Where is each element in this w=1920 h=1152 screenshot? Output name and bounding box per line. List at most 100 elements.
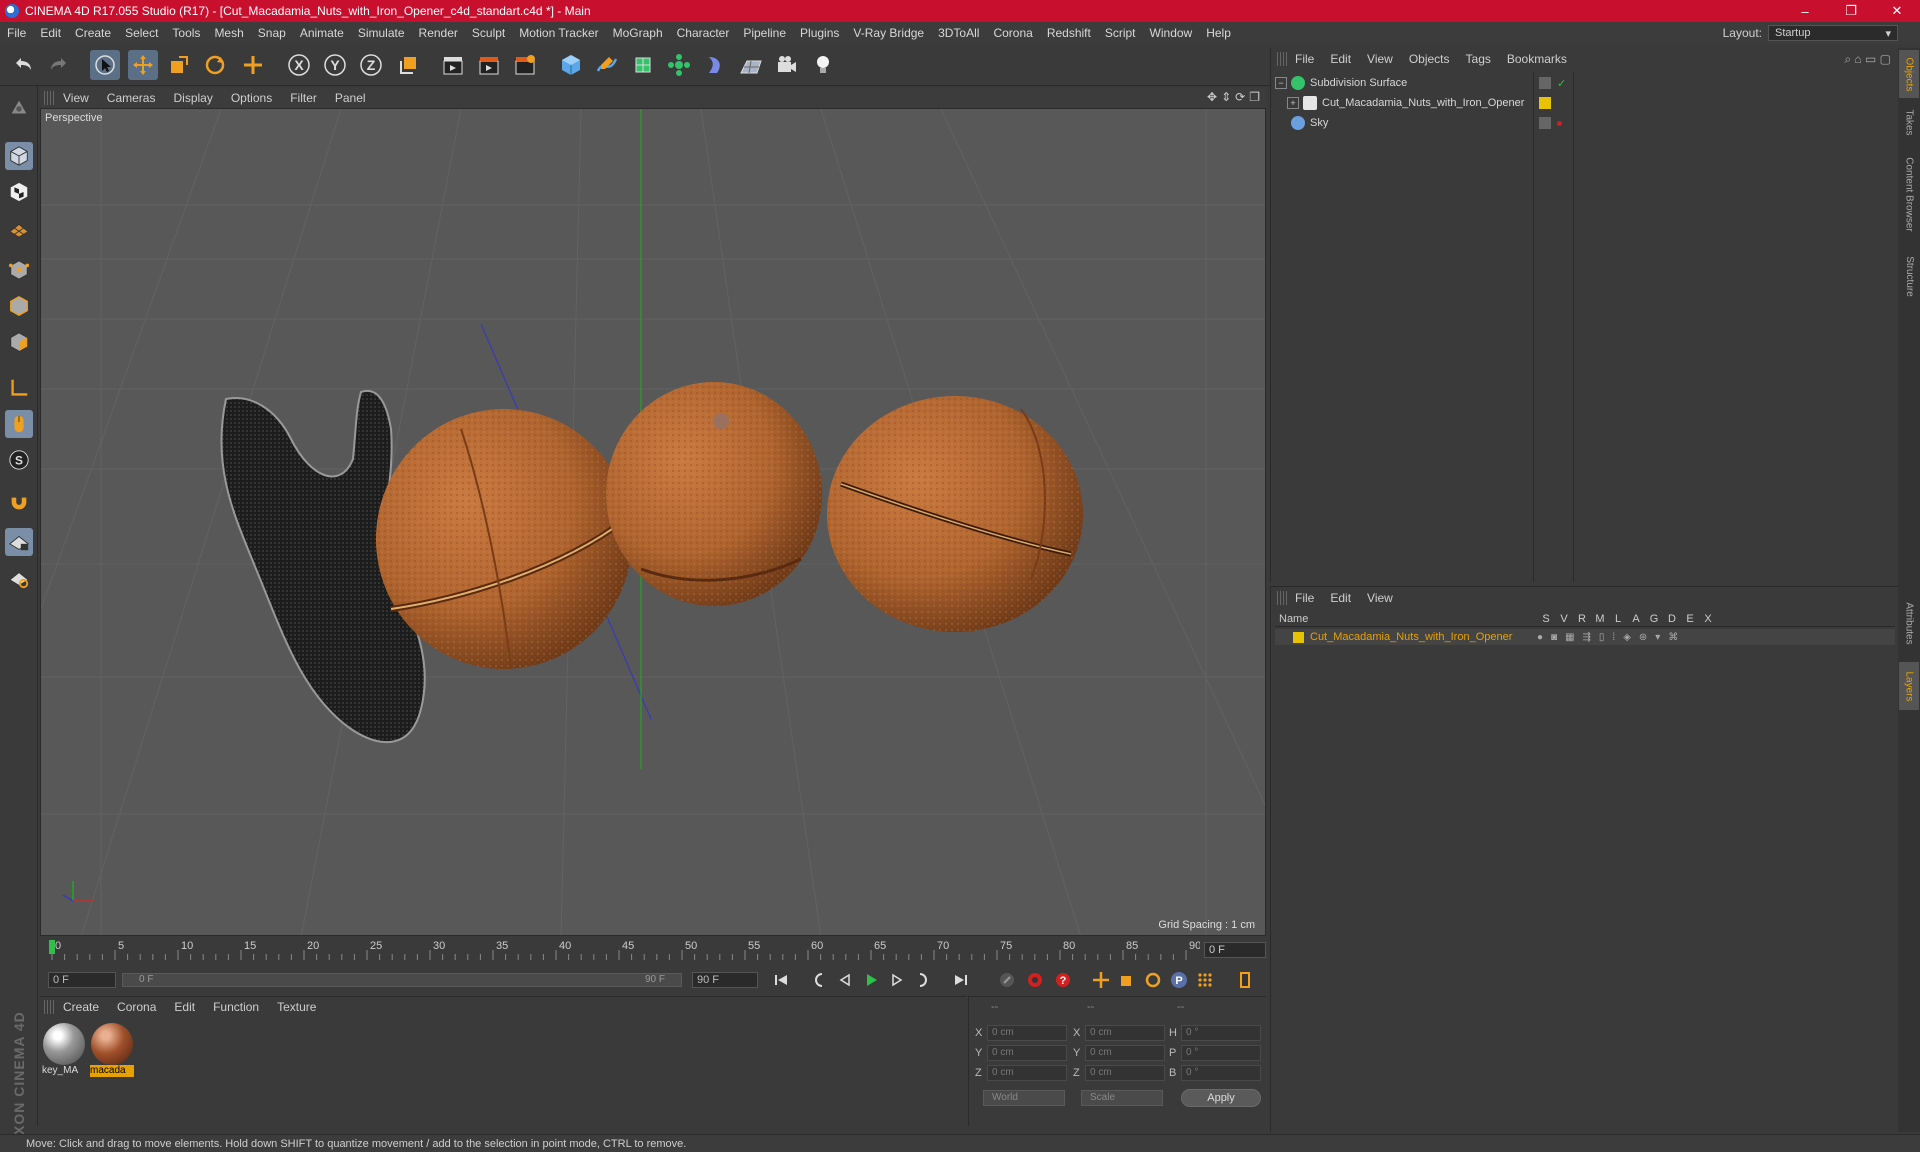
menu-file[interactable]: File <box>0 26 33 40</box>
key-point-level-button[interactable] <box>1194 969 1216 991</box>
record-keyframe-button[interactable] <box>996 969 1018 991</box>
menu-plugins[interactable]: Plugins <box>793 26 846 40</box>
rotation-b-field[interactable]: 0 ° <box>1181 1065 1261 1081</box>
tab-layers[interactable]: Layers <box>1899 662 1919 710</box>
make-editable-button[interactable] <box>5 94 33 122</box>
menu-motion-tracker[interactable]: Motion Tracker <box>512 26 605 40</box>
menu-mesh[interactable]: Mesh <box>207 26 250 40</box>
scale-tool[interactable] <box>164 50 194 80</box>
menu-3dtoall[interactable]: 3DToAll <box>931 26 986 40</box>
editor-visibility-toggle[interactable] <box>1539 77 1551 89</box>
transform-tool[interactable] <box>238 50 268 80</box>
menu-corona[interactable]: Corona <box>986 26 1039 40</box>
objects-menu-bookmarks[interactable]: Bookmarks <box>1499 52 1575 66</box>
viewport-maximize-icon[interactable]: ❐ <box>1249 90 1260 104</box>
viewport-menu-display[interactable]: Display <box>164 91 221 105</box>
menu-snap[interactable]: Snap <box>251 26 293 40</box>
add-deformer-button[interactable] <box>700 50 730 80</box>
tab-content-browser[interactable]: Content Browser <box>1899 146 1919 242</box>
viewport-menu-cameras[interactable]: Cameras <box>98 91 165 105</box>
planar-workplane-button[interactable] <box>5 564 33 592</box>
workplane-mode-button[interactable] <box>5 214 33 242</box>
go-to-start-button[interactable] <box>770 969 792 991</box>
object-row-cut-macadamia[interactable]: + Cut_Macadamia_Nuts_with_Iron_Opener <box>1275 94 1895 112</box>
add-array-button[interactable] <box>664 50 694 80</box>
layout-dropdown[interactable]: Startup ▾ <box>1768 25 1898 41</box>
menu-vray-bridge[interactable]: V-Ray Bridge <box>846 26 931 40</box>
expand-toggle[interactable]: + <box>1287 97 1299 109</box>
x-axis-toggle[interactable]: X <box>284 50 314 80</box>
undo-button[interactable] <box>8 50 38 80</box>
key-position-button[interactable] <box>1090 969 1112 991</box>
panel-grip[interactable] <box>44 91 54 105</box>
rotation-p-field[interactable]: 0 ° <box>1181 1045 1261 1061</box>
texture-mode-button[interactable] <box>5 178 33 206</box>
menu-window[interactable]: Window <box>1143 26 1200 40</box>
menu-render[interactable]: Render <box>412 26 465 40</box>
redo-button[interactable] <box>44 50 74 80</box>
enabled-check-icon[interactable]: ✓ <box>1557 77 1566 90</box>
go-to-end-button[interactable] <box>950 969 972 991</box>
end-frame-field[interactable]: 90 F <box>692 972 758 988</box>
move-tool[interactable] <box>128 50 158 80</box>
position-y-field[interactable]: 0 cm <box>987 1045 1067 1061</box>
lock-workplane-button[interactable] <box>5 528 33 556</box>
tweak-mode-button[interactable] <box>5 410 33 438</box>
coordinate-system-button[interactable] <box>394 50 424 80</box>
editor-visibility-toggle[interactable] <box>1539 117 1551 129</box>
y-axis-toggle[interactable]: Y <box>320 50 350 80</box>
play-button[interactable] <box>860 969 882 991</box>
points-mode-button[interactable] <box>5 256 33 284</box>
material-menu-corona[interactable]: Corona <box>108 1000 165 1014</box>
tab-attributes[interactable]: Attributes <box>1899 588 1919 658</box>
size-mode-dropdown[interactable]: Scale <box>1081 1090 1163 1106</box>
model-mode-button[interactable] <box>5 142 33 170</box>
add-cube-button[interactable] <box>556 50 586 80</box>
add-floor-button[interactable] <box>736 50 766 80</box>
material-menu-function[interactable]: Function <box>204 1000 268 1014</box>
viewport-menu-filter[interactable]: Filter <box>281 91 326 105</box>
previous-frame-button[interactable] <box>834 969 856 991</box>
objects-menu-edit[interactable]: Edit <box>1322 52 1359 66</box>
z-axis-toggle[interactable]: Z <box>356 50 386 80</box>
add-spline-button[interactable] <box>592 50 622 80</box>
size-y-field[interactable]: 0 cm <box>1085 1045 1165 1061</box>
coordinate-space-dropdown[interactable]: World <box>983 1090 1065 1106</box>
size-x-field[interactable]: 0 cm <box>1085 1025 1165 1041</box>
position-z-field[interactable]: 0 cm <box>987 1065 1067 1081</box>
menu-edit[interactable]: Edit <box>33 26 68 40</box>
objects-menu-objects[interactable]: Objects <box>1401 52 1458 66</box>
next-frame-button[interactable] <box>886 969 908 991</box>
polygons-mode-button[interactable] <box>5 328 33 356</box>
layers-menu-edit[interactable]: Edit <box>1322 591 1359 605</box>
material-swatch[interactable]: key_MA <box>42 1023 86 1079</box>
menu-create[interactable]: Create <box>68 26 118 40</box>
render-disabled-dot[interactable] <box>1557 120 1562 126</box>
tab-takes[interactable]: Takes <box>1899 102 1919 142</box>
material-menu-edit[interactable]: Edit <box>165 1000 204 1014</box>
render-picture-viewer-button[interactable] <box>474 50 504 80</box>
menu-simulate[interactable]: Simulate <box>351 26 412 40</box>
frame-range-slider[interactable]: 0 F 90 F <box>122 973 682 987</box>
timeline-window-button[interactable] <box>1234 969 1256 991</box>
live-selection-tool[interactable] <box>90 50 120 80</box>
layer-row[interactable]: Cut_Macadamia_Nuts_with_Iron_Opener ●◙▦⇶… <box>1275 629 1895 645</box>
viewport-zoom-icon[interactable]: ⇕ <box>1221 90 1231 104</box>
menu-tools[interactable]: Tools <box>165 26 207 40</box>
render-view-button[interactable] <box>438 50 468 80</box>
next-key-button[interactable] <box>912 969 934 991</box>
menu-sculpt[interactable]: Sculpt <box>465 26 512 40</box>
menu-select[interactable]: Select <box>118 26 165 40</box>
solo-mode-button[interactable]: S <box>5 446 33 474</box>
menu-animate[interactable]: Animate <box>293 26 351 40</box>
maximize-button[interactable]: ❐ <box>1828 0 1874 22</box>
3d-viewport[interactable]: Perspective Grid Spacing : 1 cm <box>40 108 1266 936</box>
keyframe-selection-button[interactable]: ? <box>1052 969 1074 991</box>
apply-button[interactable]: Apply <box>1181 1089 1261 1107</box>
render-settings-button[interactable] <box>510 50 540 80</box>
key-scale-button[interactable] <box>1116 969 1138 991</box>
menu-mograph[interactable]: MoGraph <box>606 26 670 40</box>
layers-menu-view[interactable]: View <box>1359 591 1401 605</box>
viewport-rotate-icon[interactable]: ⟳ <box>1235 90 1245 104</box>
tab-structure[interactable]: Structure <box>1899 246 1919 306</box>
